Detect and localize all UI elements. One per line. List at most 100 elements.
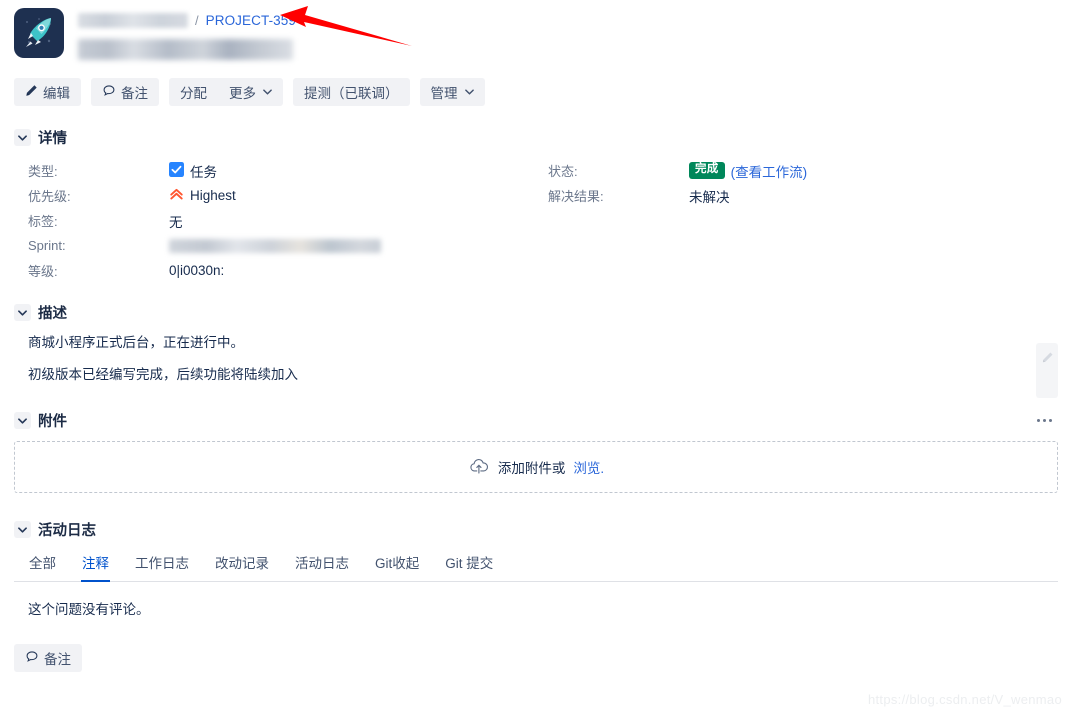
field-sprint: Sprint: [14,233,534,258]
field-resolution: 解决结果: 未解决 [534,183,807,208]
breadcrumb: / PROJECT-359 [78,10,296,30]
field-priority-value-wrap: Highest [169,187,236,205]
collapse-attachments-icon[interactable] [14,412,31,429]
cloud-upload-icon [468,457,490,478]
description-edit-button[interactable] [1036,343,1058,398]
tab-all[interactable]: 全部 [28,552,57,582]
breadcrumb-separator: / [195,12,199,28]
tab-changelog[interactable]: 改动记录 [214,552,270,582]
field-type: 类型: 任务 [14,158,534,183]
pencil-icon [25,84,38,100]
description-section-title: 描述 [38,306,67,322]
more-button-label: 更多 [229,86,256,101]
field-rank-value: 0|i0030n: [169,263,225,278]
priority-highest-icon [169,187,184,205]
workflow-transition-label: 提测（已联调） [304,86,399,101]
activity-section: 活动日志 全部 注释 工作日志 改动记录 活动日志 Git收起 Git 提交 这… [14,519,1058,618]
field-resolution-label: 解决结果: [548,189,604,204]
details-right-column: 状态: 完成 (查看工作流) 解决结果: 未解决 [534,158,807,283]
field-priority-label: 优先级: [28,189,71,204]
page-header: / PROJECT-359 [14,8,296,60]
browse-link[interactable]: 浏览. [573,457,604,477]
tab-git-commits[interactable]: Git 提交 [444,552,494,582]
bottom-action-bar: 备注 [14,644,82,672]
description-paragraph: 初级版本已经编写完成，后续功能将陆续加入 [28,366,298,382]
edit-button-label: 编辑 [43,86,70,101]
edit-button[interactable]: 编辑 [14,78,81,106]
comment-bubble-icon [25,650,39,667]
comment-bubble-icon [102,84,116,101]
field-type-value-wrap: 任务 [169,161,217,181]
field-labels: 标签: 无 [14,208,534,233]
view-workflow-link[interactable]: (查看工作流) [731,161,808,181]
activity-tabs: 全部 注释 工作日志 改动记录 活动日志 Git收起 Git 提交 [14,552,1058,582]
add-comment-button-label: 备注 [44,652,71,667]
issue-detail-page: / PROJECT-359 编辑 备注 分配 更多 提测（已联调） 管理 详情 … [0,0,1072,713]
description-section-header: 描述 [14,302,1058,323]
field-priority-value: Highest [190,188,236,203]
field-type-label: 类型: [28,164,58,179]
attachment-dropzone[interactable]: 添加附件或 浏览. [14,441,1058,493]
chevron-down-icon [464,87,474,97]
tab-comments[interactable]: 注释 [81,552,110,582]
description-body[interactable]: 商城小程序正式后台，正在进行中。 初级版本已经编写完成，后续功能将陆续加入 [14,333,1058,398]
description-section: 描述 商城小程序正式后台，正在进行中。 初级版本已经编写完成，后续功能将陆续加入 [14,302,1058,398]
rocket-icon [14,8,64,58]
field-status: 状态: 完成 (查看工作流) [534,158,807,183]
field-status-label: 状态: [548,164,578,179]
field-labels-value: 无 [169,214,183,230]
details-section: 详情 类型: 任务 优先级: Highest 标签: 无 Sprint: 等级:… [14,127,1058,283]
manage-button[interactable]: 管理 [419,78,485,106]
status-badge[interactable]: 完成 [689,162,725,179]
attachments-section: 附件 添加附件或 浏览. [14,410,1058,493]
field-rank: 等级: 0|i0030n: [14,258,534,283]
more-options-icon[interactable] [1031,413,1058,428]
collapse-description-icon[interactable] [14,304,31,321]
field-sprint-value-wrap [169,238,381,253]
field-rank-label: 等级: [28,264,58,279]
field-priority: 优先级: Highest [14,183,534,208]
collapse-details-icon[interactable] [14,129,31,146]
field-labels-label: 标签: [28,214,58,229]
collapse-activity-icon[interactable] [14,521,31,538]
details-left-column: 类型: 任务 优先级: Highest 标签: 无 Sprint: 等级: 0|… [14,158,534,283]
activity-section-header: 活动日志 [14,519,1058,540]
field-sprint-value-blurred [169,238,381,253]
workflow-transition-button[interactable]: 提测（已联调） [293,78,410,106]
assign-more-button-group: 分配 更多 [169,78,283,106]
comment-button-label: 备注 [121,86,148,101]
annotation-arrow [280,6,412,46]
dropzone-text: 添加附件或 [497,461,566,476]
manage-button-label: 管理 [430,86,458,101]
pencil-icon [1041,351,1054,369]
watermark: https://blog.csdn.net/V_wenmao [867,692,1062,707]
attachments-section-header: 附件 [14,410,1058,431]
issue-action-toolbar: 编辑 备注 分配 更多 提测（已联调） 管理 [14,78,485,106]
task-checkbox-icon [169,161,184,180]
tab-worklog[interactable]: 工作日志 [134,552,190,582]
header-text-block: / PROJECT-359 [78,8,296,60]
assign-button-label: 分配 [180,86,207,101]
chevron-down-icon [263,87,272,97]
details-section-title: 详情 [38,131,67,147]
details-fields-grid: 类型: 任务 优先级: Highest 标签: 无 Sprint: 等级: 0|… [14,158,1058,283]
breadcrumb-project-blurred[interactable] [78,12,188,28]
details-section-header: 详情 [14,127,1058,148]
field-type-value: 任务 [190,164,217,180]
breadcrumb-issue-key-link[interactable]: PROJECT-359 [206,13,296,28]
attachments-section-title: 附件 [38,414,67,430]
field-status-value-wrap: 完成 (查看工作流) [689,161,807,181]
tab-git-collapse[interactable]: Git收起 [374,552,420,582]
assign-button[interactable]: 分配 [169,78,218,106]
field-sprint-label: Sprint: [28,238,66,253]
activity-section-title: 活动日志 [38,523,96,539]
comment-button[interactable]: 备注 [91,78,159,106]
attachments-title-group: 附件 [14,410,67,431]
more-button[interactable]: 更多 [218,78,283,106]
description-paragraph: 商城小程序正式后台，正在进行中。 [28,335,244,350]
tab-activity[interactable]: 活动日志 [294,552,350,582]
issue-title-blurred [78,39,293,60]
field-resolution-value: 未解决 [689,189,730,205]
add-comment-button[interactable]: 备注 [14,644,82,672]
no-comments-message: 这个问题没有评论。 [28,602,150,617]
